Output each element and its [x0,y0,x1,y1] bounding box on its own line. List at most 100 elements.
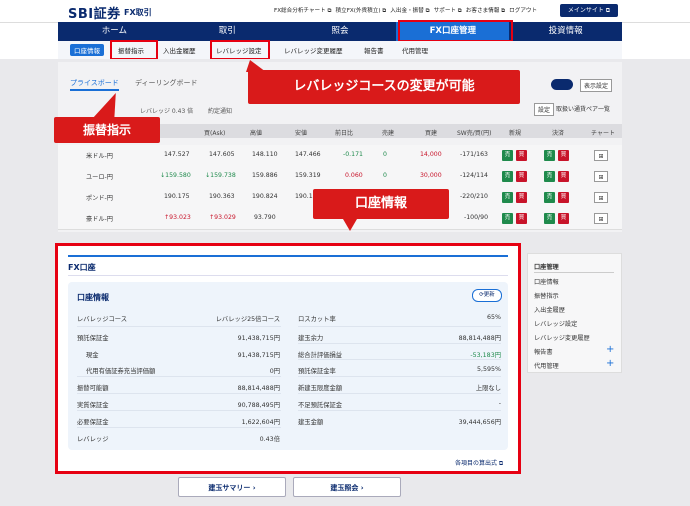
nav-home[interactable]: ホーム [58,22,171,41]
main-nav: ホーム 取引 照会 FX口座管理 投資情報 [58,22,622,41]
pair-name[interactable]: ユーロ-円 [86,172,113,181]
subnav-leverage-history[interactable]: レバレッジ変更履歴 [284,45,343,55]
display-setting-button[interactable]: 表示設定 [580,79,613,92]
leverage-highlight-box [210,40,270,60]
pair-list-link[interactable]: 取扱い通貨ペア一覧 [556,104,610,113]
side-item-deposit-history[interactable]: 入出金履歴 [534,305,565,314]
new-buy-button[interactable]: 買 [516,213,527,224]
top-links: FX総合分析チャート ⧉ 積立FX(外貨積立) ⧉ 入出金・振替 ⧉ サポート … [274,6,537,15]
settle-buy-button[interactable]: 買 [558,213,569,224]
sbi-logo[interactable]: SBI証券 [68,3,121,22]
subnav-collateral[interactable]: 代用管理 [402,45,428,55]
ask-price[interactable]: ↓159.738 [205,172,236,179]
row-divider [298,326,501,327]
settle-buy-button[interactable]: 買 [558,192,569,203]
nav-inquiry[interactable]: 照会 [284,22,397,41]
chart-icon[interactable]: ⊞ [594,213,608,224]
col-new-order: 新規 [509,130,522,137]
tab-price-board[interactable]: プライスボード [70,79,119,91]
nav-trade[interactable]: 取引 [171,22,284,41]
swap-value: -100/90 [464,214,489,221]
link-logout[interactable]: ログアウト [509,6,537,15]
label-margin-shortfall: 不足預託保証金 [298,402,343,409]
new-sell-button[interactable]: 売 [502,150,513,161]
col-chart: チャート [591,130,615,137]
toggle-switch[interactable] [551,79,573,90]
ask-price[interactable]: ↑93.029 [209,214,236,221]
transfer-highlight-box [110,40,158,60]
panel-divider [68,275,508,276]
nav-invest-info[interactable]: 投資情報 [509,22,622,41]
change-value: -0.171 [343,151,363,158]
new-sell-button[interactable]: 売 [502,213,513,224]
subnav-deposit-history[interactable]: 入出金履歴 [163,45,196,55]
table-row [58,145,622,167]
calc-formula-link[interactable]: 各項目の算出式 ⧉ [455,458,503,468]
position-summary-button[interactable]: 建玉サマリー › [178,477,286,497]
link-customer[interactable]: お客さま情報 ⧉ [466,6,505,15]
new-buy-button[interactable]: 買 [516,150,527,161]
subnav-reports[interactable]: 報告書 [364,45,384,55]
link-chart[interactable]: FX総合分析チャート ⧉ [274,6,332,15]
plus-icon[interactable]: + [606,344,614,355]
new-buy-button[interactable]: 買 [516,171,527,182]
side-item-transfer[interactable]: 振替指示 [534,291,559,300]
settle-sell-button[interactable]: 売 [544,150,555,161]
pair-name[interactable]: 豪ドル-円 [86,214,113,223]
value-transferable: 88,814,488円 [237,385,280,392]
chart-icon[interactable]: ⊞ [594,171,608,182]
side-item-reports[interactable]: 報告書 [534,347,553,356]
col-low: 安値 [295,130,308,137]
settings-button[interactable]: 設定 [534,103,555,116]
side-item-collateral[interactable]: 代用管理 [534,361,559,370]
side-item-leverage-history[interactable]: レバレッジ変更履歴 [534,333,590,342]
row-divider [77,326,281,327]
settle-sell-button[interactable]: 売 [544,192,555,203]
value-total-pl: -53,183円 [470,352,501,359]
side-item-leverage-setting[interactable]: レバレッジ設定 [534,319,577,328]
settle-buy-button[interactable]: 買 [558,171,569,182]
chart-icon[interactable]: ⊞ [594,150,608,161]
link-savings[interactable]: 積立FX(外貨積立) ⧉ [336,6,387,15]
ask-price[interactable]: 147.605 [209,151,235,158]
swap-value: -124/114 [460,172,488,179]
bid-price[interactable]: 147.527 [164,151,190,158]
panel-title-bar [68,255,508,257]
label-margin-rate: 預託保証金率 [298,368,336,375]
settle-buy-button[interactable]: 買 [558,150,569,161]
chart-icon[interactable]: ⊞ [594,192,608,203]
row-divider [77,393,281,394]
value-collateral-valuation: 0円 [269,368,280,375]
value-deposit-margin: 91,438,715円 [237,335,280,342]
buy-position: 30,000 [420,172,442,179]
ask-price[interactable]: 190.363 [209,193,235,200]
link-deposit[interactable]: 入出金・振替 ⧉ [390,6,429,15]
new-buy-button[interactable]: 買 [516,192,527,203]
high-price: 190.824 [252,193,278,200]
tab-dealing-board[interactable]: ディーリングボード [135,79,198,87]
plus-icon[interactable]: + [606,358,614,369]
link-support[interactable]: サポート ⧉ [434,6,462,15]
settle-sell-button[interactable]: 売 [544,171,555,182]
new-sell-button[interactable]: 売 [502,171,513,182]
pair-name[interactable]: ポンド-円 [86,193,113,202]
table-row [58,166,622,188]
refresh-button[interactable]: ⟳更新 [472,289,502,302]
low-price: 159.319 [295,172,321,179]
logo-subtitle: FX取引 [124,8,152,17]
bid-price[interactable]: ↓159.580 [160,172,191,179]
position-inquiry-button[interactable]: 建玉照会 › [293,477,401,497]
label-transferable: 振替可能額 [77,385,109,392]
settle-sell-button[interactable]: 売 [544,213,555,224]
side-item-account-info[interactable]: 口座情報 [534,277,559,286]
transfer-callout: 振替指示 [54,117,160,143]
price-board-tabs: プライスボード ディーリングボード [70,78,198,91]
row-divider [298,343,501,344]
new-sell-button[interactable]: 売 [502,192,513,203]
bid-price[interactable]: ↑93.023 [164,214,191,221]
main-site-button[interactable]: メインサイト ⧉ [560,4,618,17]
subnav-account-info[interactable]: 口座情報 [70,44,104,56]
pair-name[interactable]: 米ドル-円 [86,151,113,160]
label-losscut-rate: ロスカット率 [298,316,336,323]
bid-price[interactable]: 190.175 [164,193,190,200]
